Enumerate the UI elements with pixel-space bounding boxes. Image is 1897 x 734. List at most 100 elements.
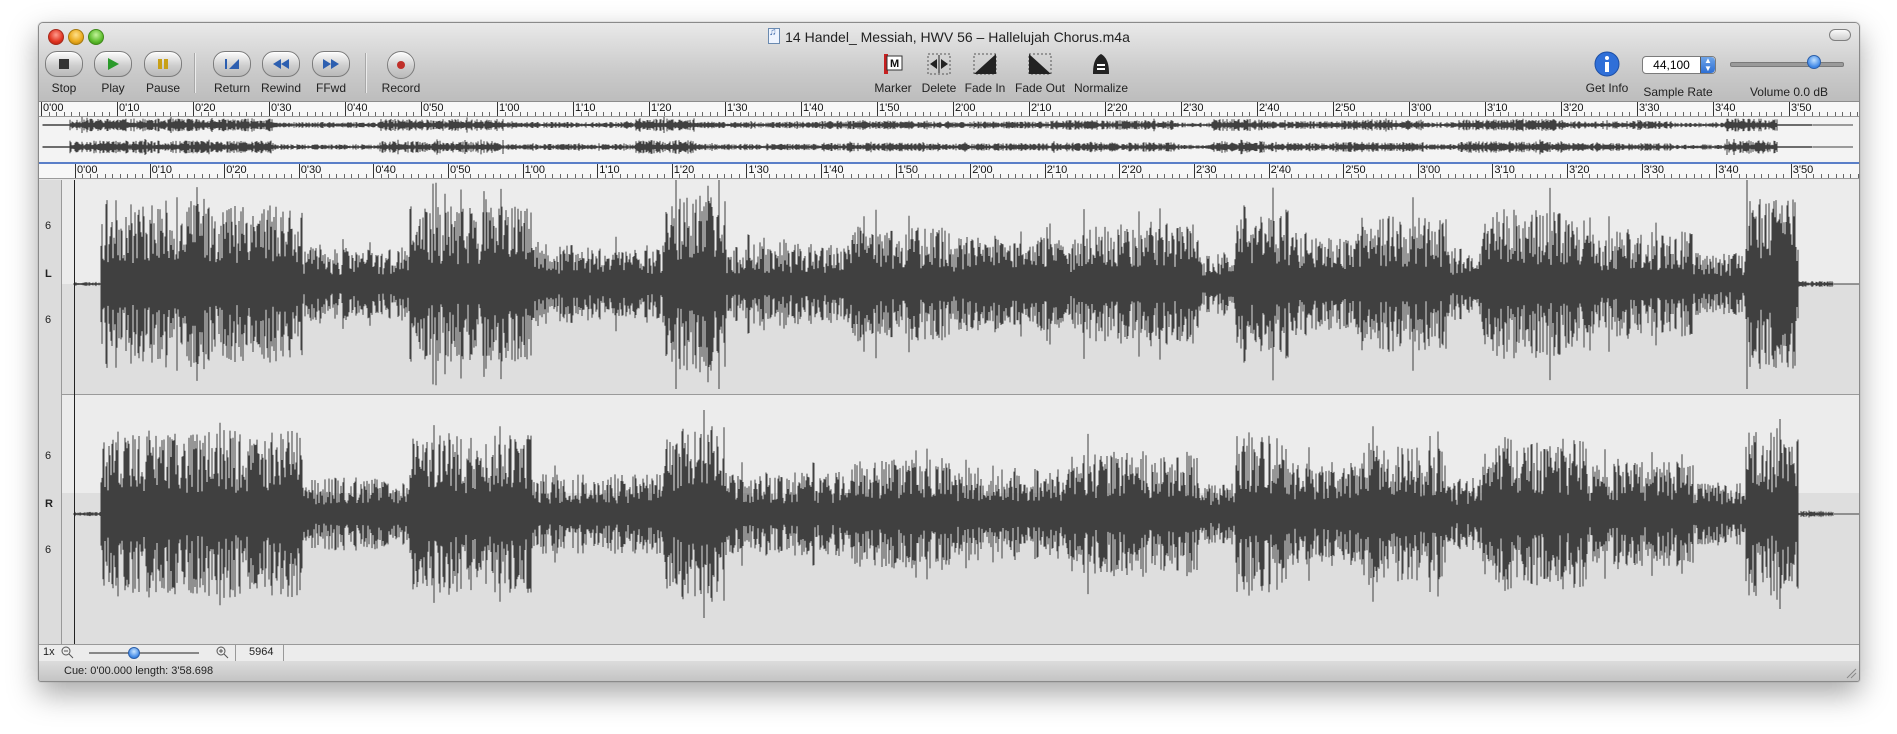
- ruler-minor-tick: [1462, 174, 1464, 178]
- normalize-button[interactable]: Normalize: [1071, 51, 1131, 95]
- ruler-minor-tick: [1006, 112, 1008, 116]
- ruler-minor-tick: [216, 174, 218, 178]
- ruler-minor-tick: [664, 112, 666, 116]
- ruler-minor-tick: [1295, 112, 1296, 116]
- ruler-minor-tick: [1067, 112, 1068, 116]
- ruler-time-label: 3'00: [1419, 164, 1441, 176]
- delete-button[interactable]: Delete: [919, 51, 959, 95]
- return-button[interactable]: Return: [212, 51, 252, 95]
- ruler-minor-tick: [1246, 174, 1248, 178]
- ruler-minor-tick: [1134, 174, 1136, 178]
- ruler-time-label: 3'10: [1494, 164, 1515, 176]
- ruler-minor-tick: [443, 112, 445, 116]
- sample-rate-select[interactable]: 44,100 ▲ ▼: [1642, 56, 1716, 74]
- ruler-minor-tick: [134, 174, 136, 178]
- ruler-minor-tick: [215, 112, 217, 116]
- ruler-minor-tick: [1545, 112, 1547, 116]
- ruler-major-tick: [1637, 102, 1638, 116]
- marker-button[interactable]: M Marker: [871, 51, 915, 95]
- right-channel-waveform: [73, 410, 1834, 618]
- ruler-minor-tick: [1728, 112, 1730, 116]
- ruler-minor-tick: [1350, 174, 1352, 178]
- ruler-minor-tick: [1530, 112, 1532, 116]
- ruler-minor-tick: [1179, 174, 1181, 178]
- get-info-button[interactable]: Get Info: [1579, 51, 1635, 95]
- ruler-major-tick: [1561, 102, 1562, 116]
- ruler-minor-tick: [112, 174, 114, 178]
- overview-time-ruler[interactable]: 0'00 0'10 0'20 0'30 0'40 0'50 1'00 1'10 1'20 1'30…: [39, 102, 1859, 117]
- ruler-minor-tick: [459, 112, 460, 116]
- fast-forward-button[interactable]: FFwd: [311, 51, 351, 95]
- main-time-ruler[interactable]: 0'00 0'10 0'20 0'30 0'40 0'50 1'00 1'10 1'20 1'30…: [39, 164, 1859, 179]
- ruler-minor-tick: [1515, 112, 1517, 116]
- zoom-slider[interactable]: [89, 652, 199, 654]
- ruler-minor-tick: [1097, 174, 1099, 178]
- waveform-editor[interactable]: 0'00 0'10 0'20 0'30 0'40 0'50 1'00 1'10 1'20 1'30…: [39, 164, 1859, 644]
- fade-out-button[interactable]: Fade Out: [1013, 51, 1067, 95]
- ruler-minor-tick: [1720, 112, 1722, 116]
- ruler-minor-tick: [142, 174, 144, 178]
- resize-grip-icon[interactable]: [1845, 667, 1857, 679]
- ruler-minor-tick: [485, 174, 487, 178]
- ruler-time-label: 0'50: [450, 164, 471, 176]
- ruler-minor-tick: [1455, 174, 1457, 178]
- ruler-minor-tick: [1766, 112, 1768, 116]
- ruler-time-label: 1'10: [599, 164, 620, 176]
- zoom-out-icon[interactable]: [60, 645, 74, 662]
- playhead-cursor[interactable]: [74, 180, 75, 644]
- ruler-minor-tick: [127, 174, 129, 178]
- overview-waveform[interactable]: [39, 117, 1859, 161]
- ruler-minor-tick: [451, 112, 453, 116]
- ruler-minor-tick: [186, 174, 188, 178]
- ruler-minor-tick: [530, 174, 532, 178]
- ruler-minor-tick: [231, 174, 233, 178]
- stop-button[interactable]: Stop: [45, 51, 83, 95]
- ruler-minor-tick: [768, 174, 770, 178]
- ruler-minor-tick: [1663, 174, 1665, 178]
- ruler-minor-tick: [1820, 174, 1822, 178]
- ruler-major-tick: [1409, 102, 1410, 116]
- zoom-slider-knob[interactable]: [128, 647, 140, 659]
- zoom-in-icon[interactable]: [215, 645, 229, 662]
- ruler-minor-tick: [425, 174, 427, 178]
- ruler-minor-tick: [223, 112, 225, 116]
- ruler-time-label: 1'20: [673, 164, 695, 176]
- ruler-minor-tick: [907, 112, 909, 116]
- ruler-minor-tick: [109, 112, 111, 116]
- ruler-minor-tick: [171, 174, 173, 178]
- ruler-minor-tick: [858, 174, 860, 178]
- pause-button[interactable]: Pause: [144, 51, 182, 95]
- fade-in-button[interactable]: Fade In: [963, 51, 1007, 95]
- ruler-minor-tick: [1499, 174, 1501, 178]
- ruler-minor-tick: [1842, 112, 1844, 116]
- ruler-minor-tick: [1614, 112, 1616, 116]
- overview-strip[interactable]: 0'00 0'10 0'20 0'30 0'40 0'50 1'00 1'10 1'20 1'30…: [39, 102, 1859, 164]
- rewind-icon: [262, 51, 300, 77]
- ruler-major-tick: [345, 102, 346, 116]
- ruler-minor-tick: [626, 112, 628, 116]
- rewind-button[interactable]: Rewind: [261, 51, 301, 95]
- ruler-minor-tick: [367, 112, 369, 116]
- ruler-minor-tick: [306, 174, 308, 178]
- volume-slider[interactable]: [1730, 62, 1844, 67]
- record-button[interactable]: Record: [379, 51, 423, 95]
- main-waveform[interactable]: [62, 180, 1859, 644]
- ruler-minor-tick: [702, 112, 704, 116]
- ruler-minor-tick: [641, 174, 643, 178]
- ruler-minor-tick: [433, 174, 435, 178]
- svg-text:M: M: [890, 58, 899, 70]
- play-button[interactable]: Play: [94, 51, 132, 95]
- ruler-minor-tick: [917, 174, 919, 178]
- sample-rate-label: Sample Rate: [1643, 85, 1713, 99]
- stepper-arrows-icon[interactable]: ▲ ▼: [1700, 57, 1715, 73]
- ruler-minor-tick: [358, 174, 360, 178]
- ruler-minor-tick: [1328, 174, 1330, 178]
- volume-slider-knob[interactable]: [1806, 55, 1821, 69]
- ruler-minor-tick: [328, 174, 330, 178]
- ruler-minor-tick: [945, 112, 947, 116]
- ffwd-label: FFwd: [316, 81, 346, 95]
- ruler-minor-tick: [1022, 174, 1024, 178]
- ruler-time-label: 1'30: [727, 102, 748, 114]
- ruler-minor-tick: [1219, 112, 1220, 116]
- left-channel-waveform: [42, 117, 1813, 133]
